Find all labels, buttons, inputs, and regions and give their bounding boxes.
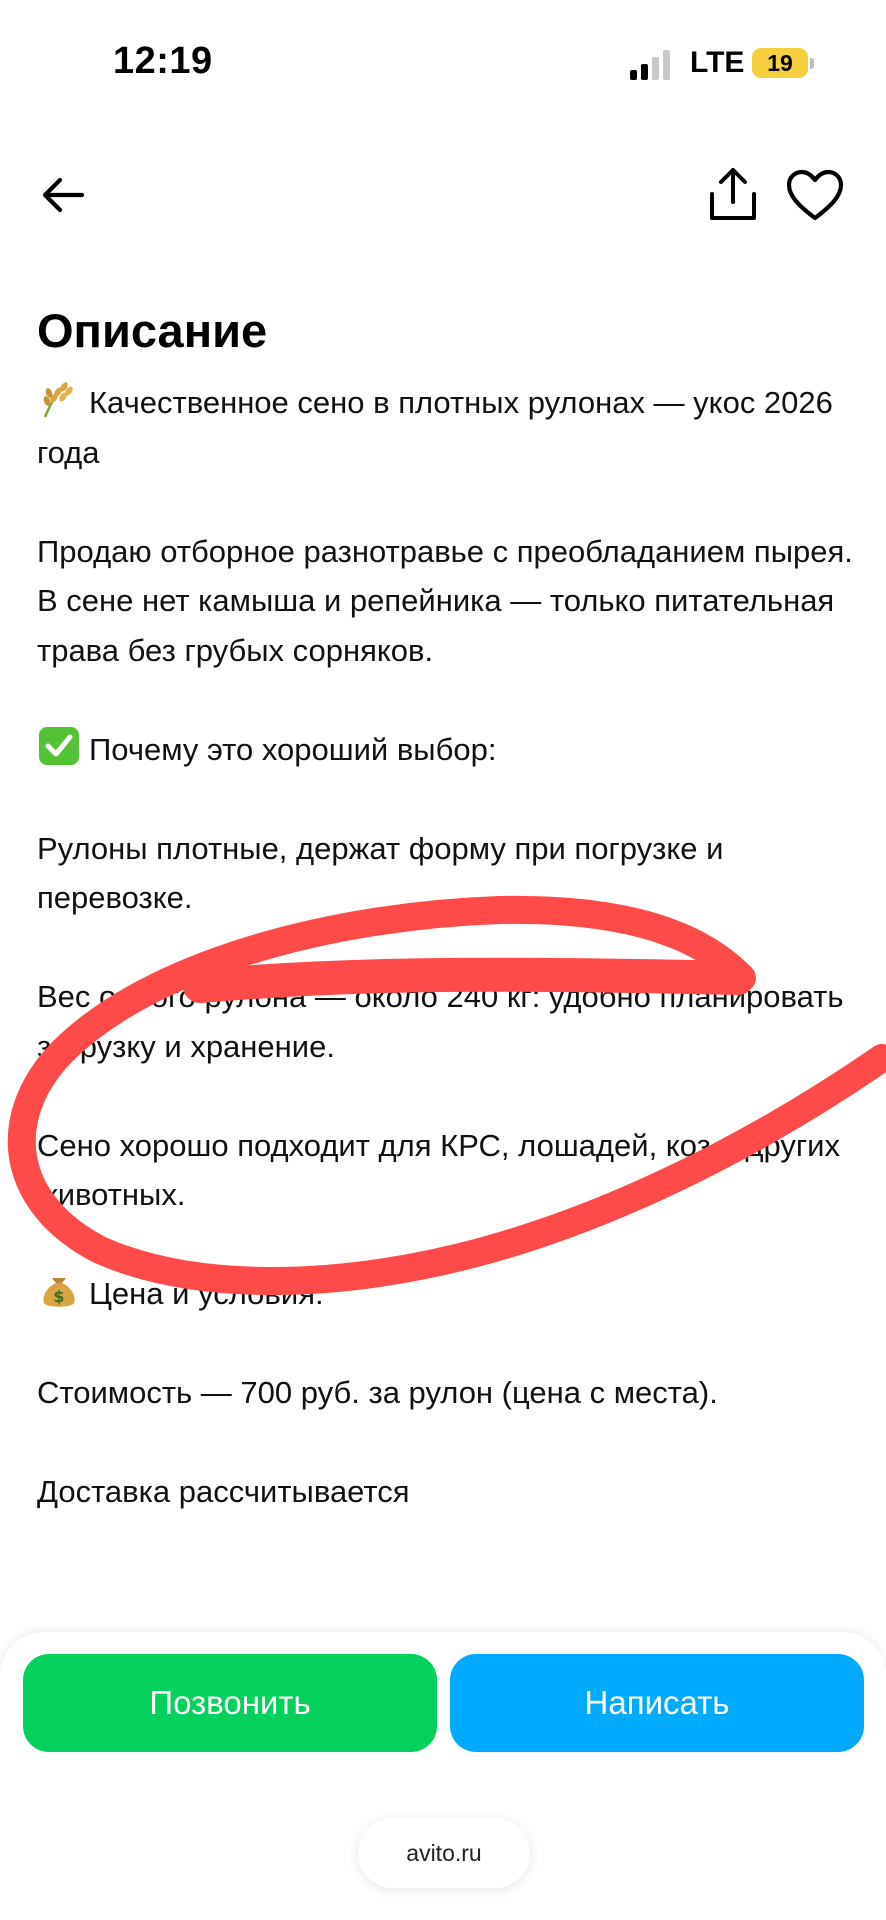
description-paragraph: Доставка рассчитывается	[37, 1474, 410, 1509]
description-paragraph: Вес одного рулона — около 240 кг: удобно…	[37, 979, 844, 1064]
arrow-left-icon[interactable]	[38, 170, 88, 220]
description-paragraph: Почему это хороший выбор:	[37, 725, 857, 775]
description-paragraph: Рулоны плотные, держат форму при погрузк…	[37, 830, 724, 916]
sheaf-of-rice-icon	[43, 382, 73, 418]
signal-icon	[630, 50, 674, 80]
battery-level: 19	[767, 50, 793, 76]
check-mark-icon	[39, 726, 79, 765]
bottom-action-bar: Позвонить Написать avito.ru	[0, 1632, 886, 1920]
heart-icon[interactable]	[785, 168, 845, 222]
description-paragraph: Сено хорошо подходит для КРС, лошадей, к…	[37, 1127, 840, 1213]
money-bag-icon: $	[43, 1278, 75, 1307]
network-label: LTE	[690, 46, 745, 79]
description-paragraph: Качественное сено в плотных рулонах — ук…	[37, 378, 857, 477]
description-paragraph: Продаю отборное разнотравье с преобладан…	[37, 533, 853, 668]
share-icon[interactable]	[706, 166, 760, 224]
write-button[interactable]: Написать	[450, 1654, 864, 1752]
status-time: 12:19	[113, 40, 213, 82]
call-button[interactable]: Позвонить	[23, 1654, 437, 1752]
description-paragraph: Стоимость — 700 руб. за рулон (цена с ме…	[37, 1375, 718, 1410]
description-section: Описание Качественное сено в плотных рул…	[37, 298, 857, 1566]
battery-cap	[810, 58, 814, 69]
svg-text:$: $	[53, 1287, 64, 1306]
status-bar: 12:19 LTE 19	[0, 0, 886, 130]
browser-url-pill[interactable]: avito.ru	[358, 1818, 530, 1888]
description-paragraph: $ Цена и условия:	[37, 1269, 857, 1319]
description-title: Описание	[37, 304, 268, 357]
